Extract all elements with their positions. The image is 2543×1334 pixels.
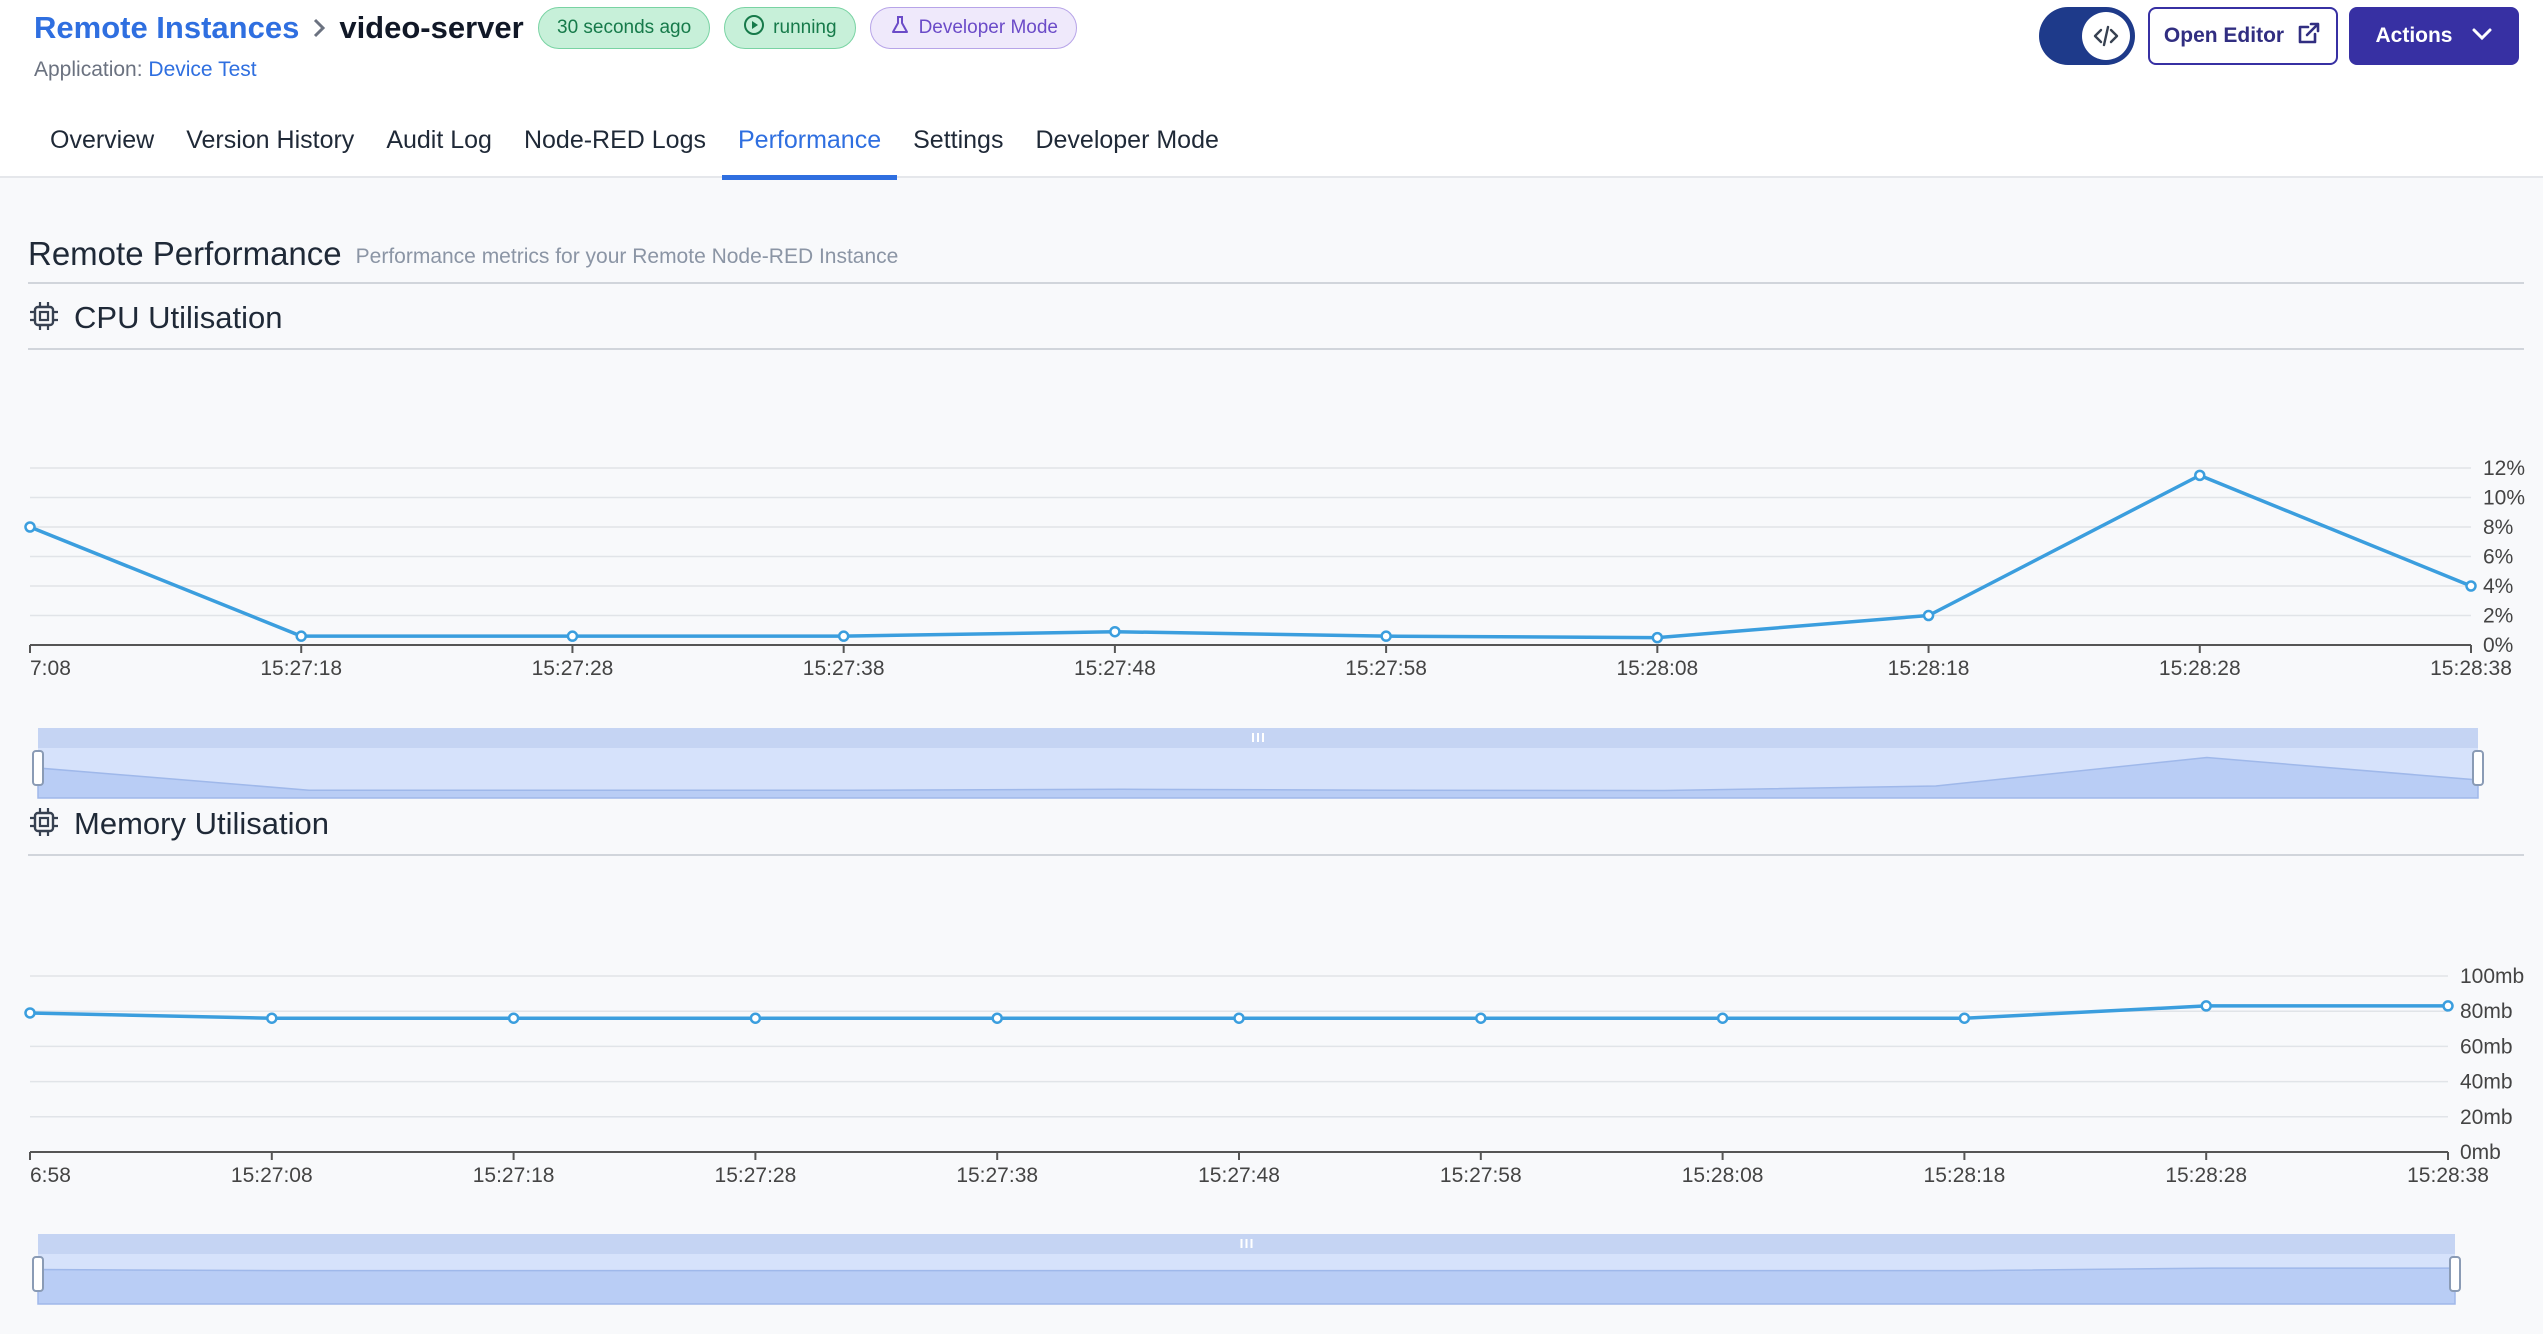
memory-x-tick-label: 6:58 [30, 1164, 71, 1187]
memory-y-tick-label: 0mb [2460, 1141, 2501, 1164]
memory-x-tick-label: 15:27:38 [956, 1164, 1038, 1187]
memory-y-tick-label: 80mb [2460, 1000, 2513, 1023]
memory-y-tick-label: 60mb [2460, 1035, 2513, 1058]
memory-zoom-handle-right[interactable] [2449, 1256, 2461, 1292]
memory-x-tick-label: 15:27:08 [231, 1164, 313, 1187]
memory-data-point[interactable] [24, 1007, 36, 1019]
memory-x-tick-label: 15:27:48 [1198, 1164, 1280, 1187]
memory-y-tick-label: 100mb [2460, 965, 2524, 988]
memory-x-tick-label: 15:28:08 [1682, 1164, 1764, 1187]
memory-data-point[interactable] [1233, 1012, 1245, 1024]
memory-x-tick-label: 15:28:18 [1924, 1164, 2006, 1187]
memory-x-tick-label: 15:27:58 [1440, 1164, 1522, 1187]
memory-x-tick-label: 15:28:28 [2165, 1164, 2247, 1187]
memory-data-point[interactable] [2200, 1000, 2212, 1012]
memory-data-point[interactable] [1475, 1012, 1487, 1024]
memory-y-tick-label: 40mb [2460, 1071, 2513, 1094]
memory-zoom-handle-left[interactable] [32, 1256, 44, 1292]
memory-y-tick-label: 20mb [2460, 1106, 2513, 1129]
memory-x-tick-label: 15:27:28 [715, 1164, 797, 1187]
memory-data-point[interactable] [749, 1012, 762, 1024]
memory-data-point[interactable] [2442, 1000, 2454, 1012]
memory-x-tick-label: 15:27:18 [473, 1164, 555, 1187]
memory-x-tick-label: 15:28:38 [2407, 1164, 2489, 1187]
memory-data-point[interactable] [266, 1012, 278, 1024]
memory-utilisation-chart: 0mb 20mb 40mb 60mb 80mb 100mb 6:58 15:27:08 15:2… [24, 965, 2524, 1305]
memory-data-point[interactable] [507, 1012, 520, 1024]
memory-data-point[interactable] [1716, 1012, 1729, 1024]
memory-data-point[interactable] [991, 1012, 1003, 1024]
memory-zoom-preview [37, 1267, 2456, 1305]
memory-data-point[interactable] [1958, 1012, 1971, 1024]
